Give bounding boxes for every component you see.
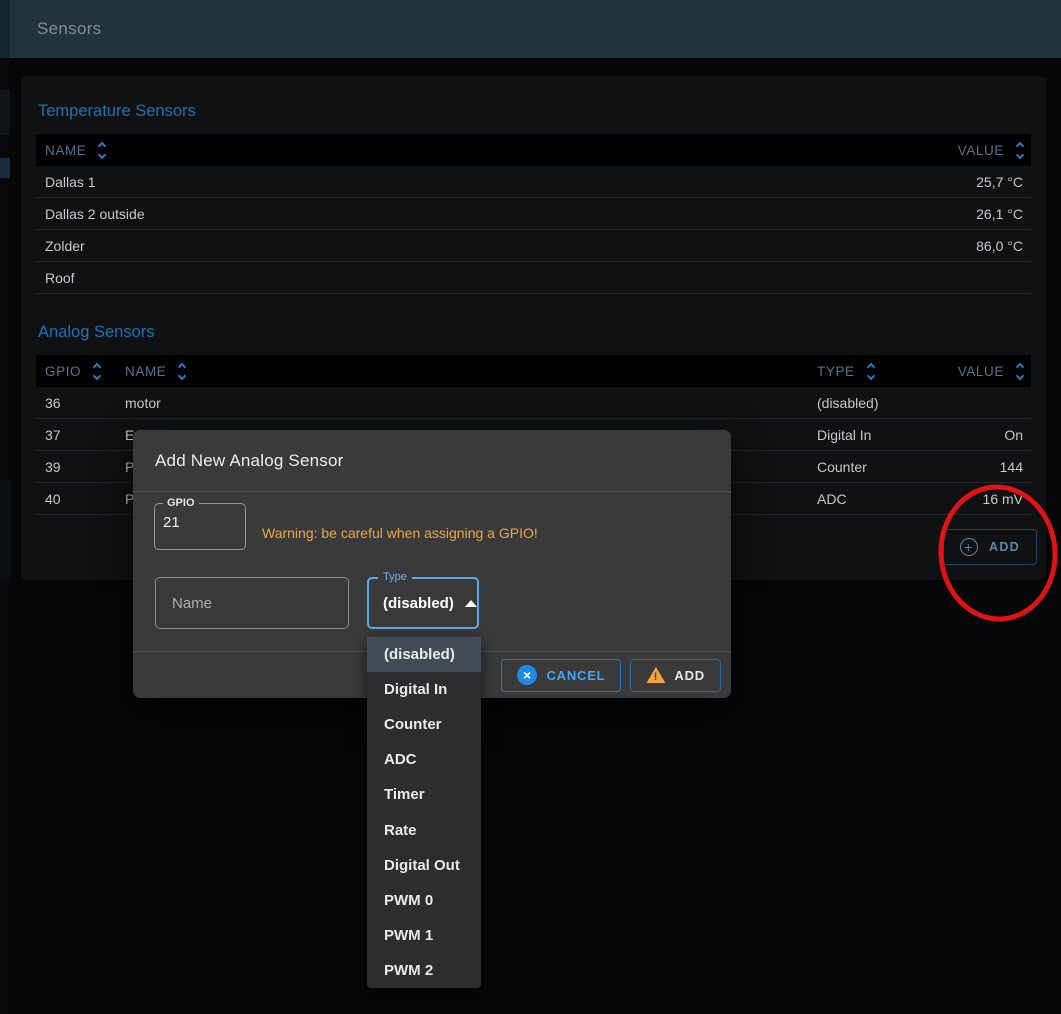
column-header-gpio[interactable]: GPIO: [36, 364, 125, 379]
sensor-value-cell: 16 mV: [957, 491, 1031, 507]
gpio-input[interactable]: [155, 509, 225, 531]
dropdown-option[interactable]: Rate: [367, 812, 481, 847]
caret-up-icon: [465, 600, 477, 607]
temperature-table-header: NAME VALUE: [36, 134, 1031, 166]
sensor-value-cell: 25,7 °C: [916, 174, 1031, 190]
app-bar: Sensors: [10, 0, 1061, 58]
dialog-title: Add New Analog Sensor: [155, 451, 344, 471]
type-select-value: (disabled): [383, 595, 454, 612]
dropdown-option[interactable]: PWM 1: [367, 918, 481, 953]
dropdown-option[interactable]: Counter: [367, 707, 481, 742]
plus-circle-icon: +: [960, 538, 978, 556]
sidebar-sliver-segment: [0, 480, 10, 580]
sort-icon[interactable]: [99, 143, 105, 158]
gpio-field[interactable]: GPIO: [154, 497, 246, 550]
type-dropdown-menu: (disabled) Digital In Counter ADC Timer …: [367, 637, 481, 988]
sensor-name-cell: Zolder: [36, 238, 916, 254]
type-select-label: Type: [378, 571, 412, 583]
table-row[interactable]: 36 motor (disabled): [36, 387, 1031, 419]
dropdown-option[interactable]: PWM 2: [367, 953, 481, 988]
table-row[interactable]: Roof: [36, 262, 1031, 294]
table-row[interactable]: Dallas 2 outside 26,1 °C: [36, 198, 1031, 230]
sensor-name-cell: Dallas 1: [36, 174, 916, 190]
gpio-field-label: GPIO: [163, 497, 199, 509]
temperature-section-title: Temperature Sensors: [38, 102, 1031, 121]
dropdown-option[interactable]: Digital In: [367, 672, 481, 707]
sort-icon[interactable]: [1017, 143, 1023, 158]
table-row[interactable]: Zolder 86,0 °C: [36, 230, 1031, 262]
sort-icon[interactable]: [868, 364, 874, 379]
sort-icon[interactable]: [179, 364, 185, 379]
sensor-value-cell: 26,1 °C: [916, 206, 1031, 222]
dropdown-option[interactable]: Timer: [367, 777, 481, 812]
x-circle-icon: ×: [517, 665, 537, 685]
sensor-value-cell: On: [957, 427, 1031, 443]
sidebar-sliver-segment: [0, 0, 10, 58]
sensor-name-cell: Roof: [36, 270, 916, 286]
sensor-value-cell: 86,0 °C: [916, 238, 1031, 254]
type-select[interactable]: Type (disabled): [367, 577, 479, 629]
sensor-type-cell: Counter: [817, 459, 957, 475]
name-input[interactable]: [155, 577, 349, 629]
dropdown-option[interactable]: PWM 0: [367, 883, 481, 918]
column-header-value[interactable]: VALUE: [957, 364, 1031, 379]
sensor-gpio-cell: 39: [36, 459, 125, 475]
sensor-type-cell: Digital In: [817, 427, 957, 443]
sensor-type-cell: (disabled): [817, 395, 957, 411]
gpio-warning-text: Warning: be careful when assigning a GPI…: [262, 525, 538, 541]
sensor-type-cell: ADC: [817, 491, 957, 507]
dropdown-option[interactable]: (disabled): [367, 637, 481, 672]
column-header-value[interactable]: VALUE: [916, 143, 1031, 158]
cancel-button[interactable]: × CANCEL: [501, 659, 621, 692]
analog-table-header: GPIO NAME TYPE VALUE: [36, 355, 1031, 387]
sensor-name-cell: Dallas 2 outside: [36, 206, 916, 222]
column-header-type[interactable]: TYPE: [817, 364, 957, 379]
page-title: Sensors: [37, 19, 101, 39]
sidebar-sliver: [0, 0, 10, 1014]
column-header-name[interactable]: NAME: [36, 143, 916, 158]
column-header-name[interactable]: NAME: [125, 364, 817, 379]
temperature-table: NAME VALUE Dallas 1 25,7 °C Dallas 2 out…: [36, 134, 1031, 294]
warning-triangle-icon: [646, 667, 665, 683]
dropdown-option[interactable]: Digital Out: [367, 848, 481, 883]
dialog-header: Add New Analog Sensor: [133, 430, 731, 492]
sensor-gpio-cell: 36: [36, 395, 125, 411]
add-analog-sensor-button[interactable]: + ADD: [943, 529, 1037, 565]
analog-section-title: Analog Sensors: [38, 323, 1031, 342]
sensor-value-cell: 144: [957, 459, 1031, 475]
sidebar-sliver-segment: [0, 90, 10, 135]
sidebar-sliver-segment: [0, 158, 10, 178]
sensor-gpio-cell: 40: [36, 491, 125, 507]
dialog-add-button[interactable]: ADD: [630, 659, 721, 692]
sensor-name-cell: motor: [125, 395, 817, 411]
temperature-table-body: Dallas 1 25,7 °C Dallas 2 outside 26,1 °…: [36, 166, 1031, 294]
sort-icon[interactable]: [94, 364, 100, 379]
sensor-gpio-cell: 37: [36, 427, 125, 443]
table-row[interactable]: Dallas 1 25,7 °C: [36, 166, 1031, 198]
sort-icon[interactable]: [1017, 364, 1023, 379]
dropdown-option[interactable]: ADC: [367, 742, 481, 777]
